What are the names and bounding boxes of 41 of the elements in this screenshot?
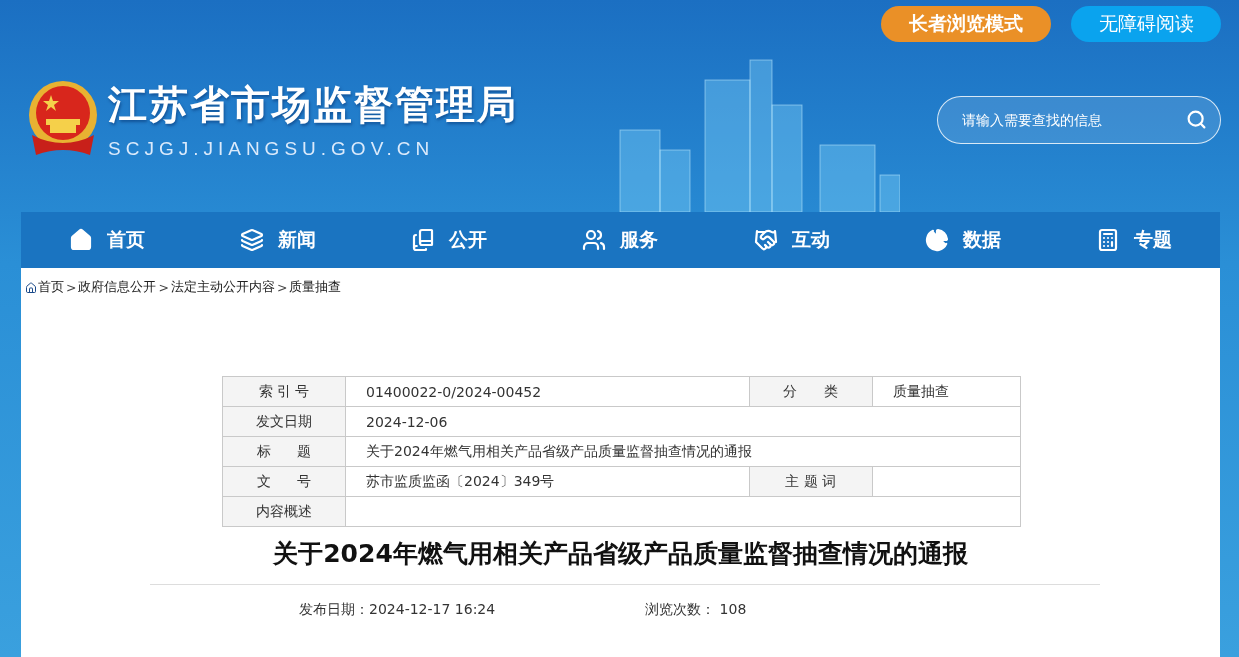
site-domain: SCJGJ.JIANGSU.GOV.CN: [108, 138, 436, 160]
handshake-icon: [753, 228, 778, 252]
pie-icon: [925, 228, 950, 252]
article-title: 关于2024年燃气用相关产品省级产品质量监督抽查情况的通报: [272, 538, 969, 570]
breadcrumb-link[interactable]: 质量抽查: [289, 279, 342, 296]
search-field[interactable]: 请输入需要查找的信息: [937, 96, 1221, 144]
field-value: 关于2024年燃气用相关产品省级产品质量监督抽查情况的通报: [345, 436, 1021, 467]
users-icon: [582, 228, 607, 252]
breadcrumb-separator: >: [66, 280, 77, 295]
field-value: 01400022-0/2024-00452: [345, 376, 750, 407]
view-count: 浏览次数： 108: [645, 601, 747, 619]
nav-item[interactable]: 数据: [877, 212, 1049, 268]
nav-item[interactable]: 首页: [21, 212, 193, 268]
field-value: 2024-12-06: [345, 406, 1021, 437]
breadcrumb-separator: >: [276, 280, 288, 295]
breadcrumb-link[interactable]: 政府信息公开: [78, 279, 157, 296]
nav-item[interactable]: 新闻: [192, 212, 364, 268]
field-label: 标 题: [222, 436, 346, 467]
site-title: 江苏省市场监督管理局: [108, 81, 518, 129]
home-icon: [68, 228, 93, 252]
field-label: 索 引 号: [222, 376, 346, 407]
breadcrumb-link[interactable]: 首页: [38, 279, 64, 296]
nav-item[interactable]: 服务: [534, 212, 707, 268]
field-label: 分 类: [749, 376, 873, 407]
nav-item[interactable]: 公开: [363, 212, 535, 268]
nav-item[interactable]: 互动: [706, 212, 878, 268]
field-label: 主 题 词: [749, 466, 873, 497]
layers-icon: [239, 228, 264, 252]
nav-item[interactable]: 专题: [1048, 212, 1220, 268]
field-value: 苏市监质监函〔2024〕349号: [345, 466, 750, 497]
field-label: 内容概述: [222, 496, 346, 527]
breadcrumb-separator: >: [158, 280, 169, 295]
home-icon: [25, 281, 37, 294]
mode-button[interactable]: 无障碍阅读: [1071, 6, 1221, 42]
field-label: 文 号: [222, 466, 346, 497]
publish-date: 发布日期：2024-12-17 16:24: [299, 601, 496, 619]
mode-button[interactable]: 长者浏览模式: [881, 6, 1051, 42]
breadcrumb-link[interactable]: 法定主动公开内容: [170, 279, 275, 296]
search-icon[interactable]: [1186, 109, 1207, 130]
field-value: 质量抽查: [872, 376, 1021, 407]
field-label: 发文日期: [222, 406, 346, 437]
